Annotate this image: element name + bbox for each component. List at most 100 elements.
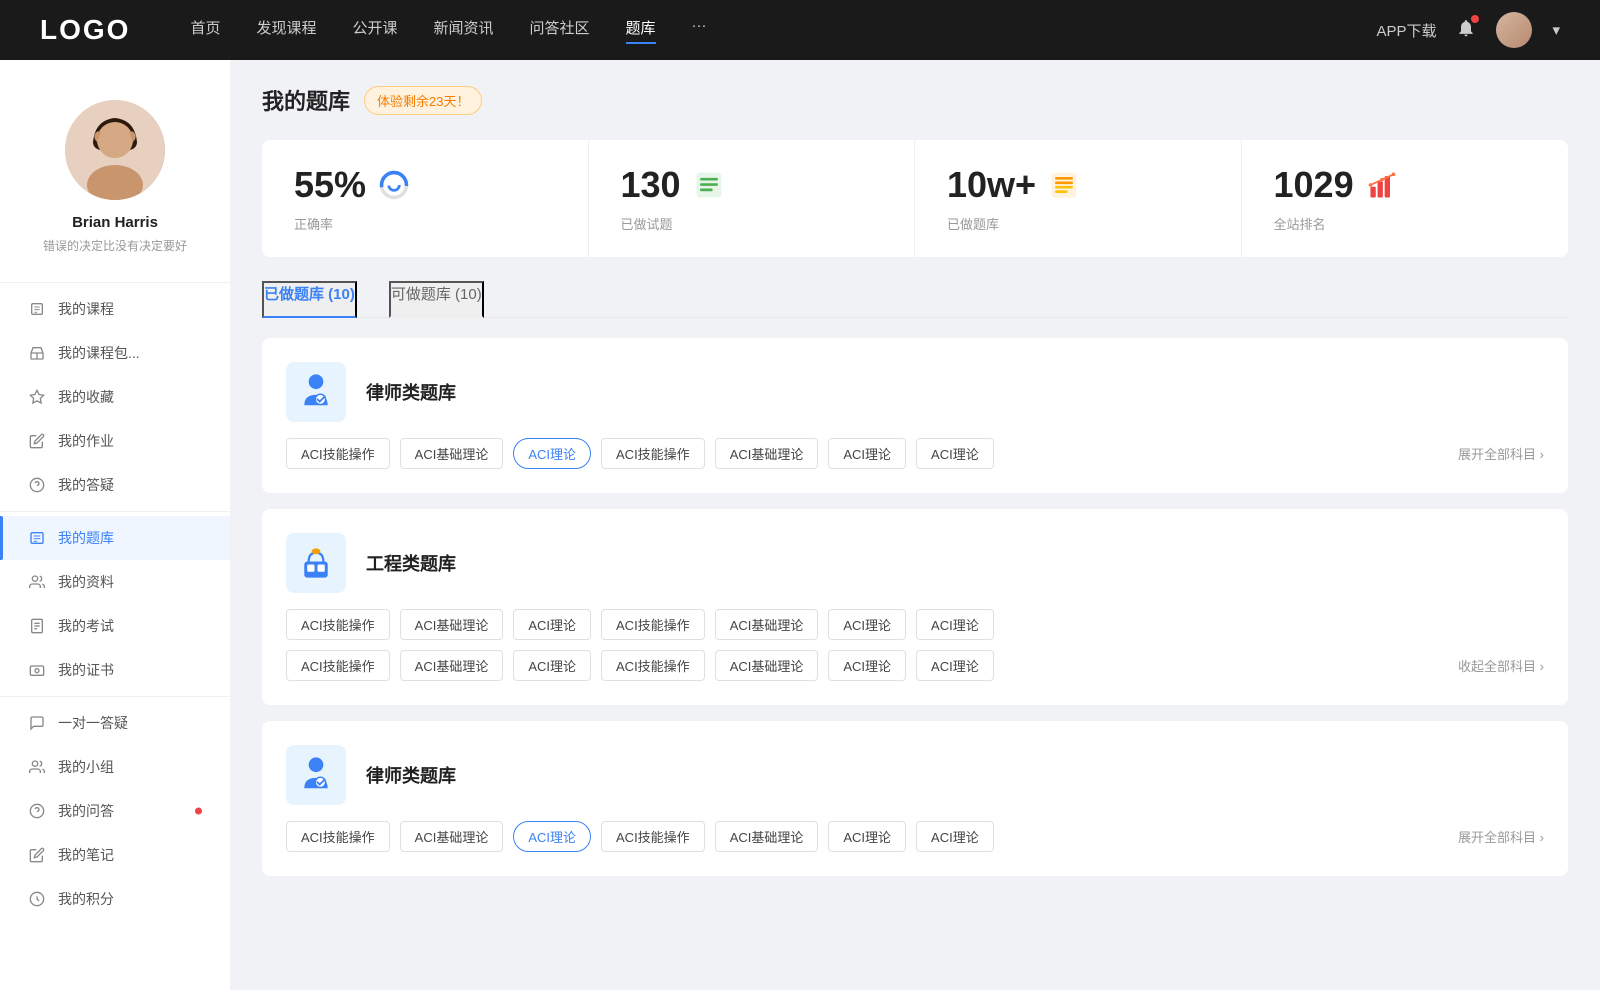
cert-icon: [28, 661, 46, 679]
tag[interactable]: ACI基础理论: [715, 821, 819, 852]
note-icon: [28, 846, 46, 864]
navigation: LOGO 首页 发现课程 公开课 新闻资讯 问答社区 题库 ··· APP下载 …: [0, 0, 1600, 60]
nav-items: 首页 发现课程 公开课 新闻资讯 问答社区 题库 ···: [190, 17, 1376, 44]
lawyer-icon-2: [286, 745, 346, 805]
stat-done-banks: 10w+ 已做题库: [915, 140, 1242, 257]
sidebar-item-homework[interactable]: 我的作业: [0, 419, 230, 463]
sidebar-item-material[interactable]: 我的资料: [0, 560, 230, 604]
nav-home[interactable]: 首页: [190, 17, 220, 44]
sidebar-item-package[interactable]: 我的课程包...: [0, 331, 230, 375]
tab-done[interactable]: 已做题库 (10): [262, 281, 357, 318]
sidebar-item-label: 我的积分: [58, 889, 114, 909]
tag[interactable]: ACI理论: [513, 609, 591, 640]
app-download[interactable]: APP下载: [1376, 20, 1436, 41]
sidebar-item-label: 我的小组: [58, 757, 114, 777]
tags-row-lawyer-2: ACI技能操作 ACI基础理论 ACI理论 ACI技能操作 ACI基础理论 AC…: [286, 821, 1544, 852]
stat-done-questions-top: 130: [621, 164, 883, 206]
sidebar-item-one-on-one[interactable]: 一对一答疑: [0, 701, 230, 745]
nav-news[interactable]: 新闻资讯: [434, 17, 494, 44]
tag[interactable]: ACI技能操作: [286, 821, 390, 852]
tag[interactable]: ACI基础理论: [715, 609, 819, 640]
sidebar-item-label: 我的证书: [58, 660, 114, 680]
sidebar-item-question[interactable]: 我的问答: [0, 789, 230, 833]
sidebar-item-course[interactable]: 我的课程: [0, 287, 230, 331]
tag[interactable]: ACI基础理论: [400, 821, 504, 852]
nav-bank[interactable]: 题库: [626, 17, 656, 44]
logo: LOGO: [40, 14, 130, 46]
tag[interactable]: ACI基础理论: [715, 650, 819, 681]
tag[interactable]: ACI理论: [916, 438, 994, 469]
tag[interactable]: ACI基础理论: [715, 438, 819, 469]
bank-name-engineer: 工程类题库: [366, 550, 456, 576]
nav-qa[interactable]: 问答社区: [530, 17, 590, 44]
tag[interactable]: ACI技能操作: [286, 609, 390, 640]
engineer-icon: [286, 533, 346, 593]
stats-row: 55% 正确率 130: [262, 140, 1568, 257]
page-header: 我的题库 体验剩余23天！: [262, 84, 1568, 116]
page-layout: Brian Harris 错误的决定比没有决定要好 我的课程 我的课程包...: [0, 60, 1600, 990]
nav-more[interactable]: ···: [692, 17, 707, 44]
sidebar-item-note[interactable]: 我的笔记: [0, 833, 230, 877]
tag[interactable]: ACI理论: [916, 650, 994, 681]
stat-done-questions: 130 已做试题: [589, 140, 916, 257]
main-content: 我的题库 体验剩余23天！ 55% 正确率: [230, 60, 1600, 990]
nav-open[interactable]: 公开课: [352, 17, 397, 44]
tag[interactable]: ACI技能操作: [601, 609, 705, 640]
stat-accuracy: 55% 正确率: [262, 140, 589, 257]
tag[interactable]: ACI理论: [513, 650, 591, 681]
sidebar-item-bank[interactable]: 我的题库: [0, 516, 230, 560]
sidebar-item-label: 我的笔记: [58, 845, 114, 865]
tag[interactable]: ACI理论: [828, 821, 906, 852]
book-icon: [1048, 169, 1080, 201]
tag[interactable]: ACI理论: [828, 609, 906, 640]
sidebar: Brian Harris 错误的决定比没有决定要好 我的课程 我的课程包...: [0, 60, 230, 990]
sidebar-item-favorites[interactable]: 我的收藏: [0, 375, 230, 419]
tag[interactable]: ACI技能操作: [601, 650, 705, 681]
exam-icon: [28, 617, 46, 635]
tag[interactable]: ACI技能操作: [601, 438, 705, 469]
expand-link-lawyer-1[interactable]: 展开全部科目 ›: [1458, 444, 1544, 463]
tag[interactable]: ACI基础理论: [400, 609, 504, 640]
user-dropdown-icon[interactable]: ▾: [1552, 21, 1560, 39]
course-icon: [28, 300, 46, 318]
tag[interactable]: ACI技能操作: [286, 650, 390, 681]
sidebar-item-group[interactable]: 我的小组: [0, 745, 230, 789]
bank-card-engineer: 工程类题库 ACI技能操作 ACI基础理论 ACI理论 ACI技能操作 ACI基…: [262, 509, 1568, 705]
lawyer-icon: [286, 362, 346, 422]
bank-card-lawyer-1: 律师类题库 ACI技能操作 ACI基础理论 ACI理论 ACI技能操作 ACI基…: [262, 338, 1568, 493]
bank-header-lawyer-2: 律师类题库: [286, 745, 1544, 805]
tag[interactable]: ACI理论: [828, 438, 906, 469]
star-icon: [28, 388, 46, 406]
tab-available[interactable]: 可做题库 (10): [389, 281, 484, 318]
tag-active[interactable]: ACI理论: [513, 821, 591, 852]
sidebar-item-qa[interactable]: 我的答疑: [0, 463, 230, 507]
collapse-link-engineer[interactable]: 收起全部科目 ›: [1458, 656, 1544, 675]
sidebar-item-label: 我的作业: [58, 431, 114, 451]
expand-link-lawyer-2[interactable]: 展开全部科目 ›: [1458, 827, 1544, 846]
tag[interactable]: ACI理论: [916, 609, 994, 640]
sidebar-item-exam[interactable]: 我的考试: [0, 604, 230, 648]
sidebar-item-cert[interactable]: 我的证书: [0, 648, 230, 692]
bank-header-engineer: 工程类题库: [286, 533, 1544, 593]
stat-done-banks-label: 已做题库: [947, 214, 1209, 233]
tag[interactable]: ACI技能操作: [286, 438, 390, 469]
page-title: 我的题库: [262, 84, 350, 116]
sidebar-item-label: 我的考试: [58, 616, 114, 636]
profile-avatar: [65, 100, 165, 200]
question-icon: [28, 802, 46, 820]
bank-icon: [28, 529, 46, 547]
sidebar-item-points[interactable]: 我的积分: [0, 877, 230, 921]
tag[interactable]: ACI技能操作: [601, 821, 705, 852]
tags-row-lawyer-1: ACI技能操作 ACI基础理论 ACI理论 ACI技能操作 ACI基础理论 AC…: [286, 438, 1544, 469]
tag-active[interactable]: ACI理论: [513, 438, 591, 469]
sidebar-item-label: 我的收藏: [58, 387, 114, 407]
notification-bell[interactable]: [1456, 18, 1476, 42]
user-avatar[interactable]: [1496, 12, 1532, 48]
profile-motto: 错误的决定比没有决定要好: [43, 237, 187, 254]
tag[interactable]: ACI基础理论: [400, 438, 504, 469]
tag[interactable]: ACI理论: [916, 821, 994, 852]
tag[interactable]: ACI基础理论: [400, 650, 504, 681]
trial-badge: 体验剩余23天！: [364, 86, 482, 115]
nav-discover[interactable]: 发现课程: [256, 17, 316, 44]
tag[interactable]: ACI理论: [828, 650, 906, 681]
